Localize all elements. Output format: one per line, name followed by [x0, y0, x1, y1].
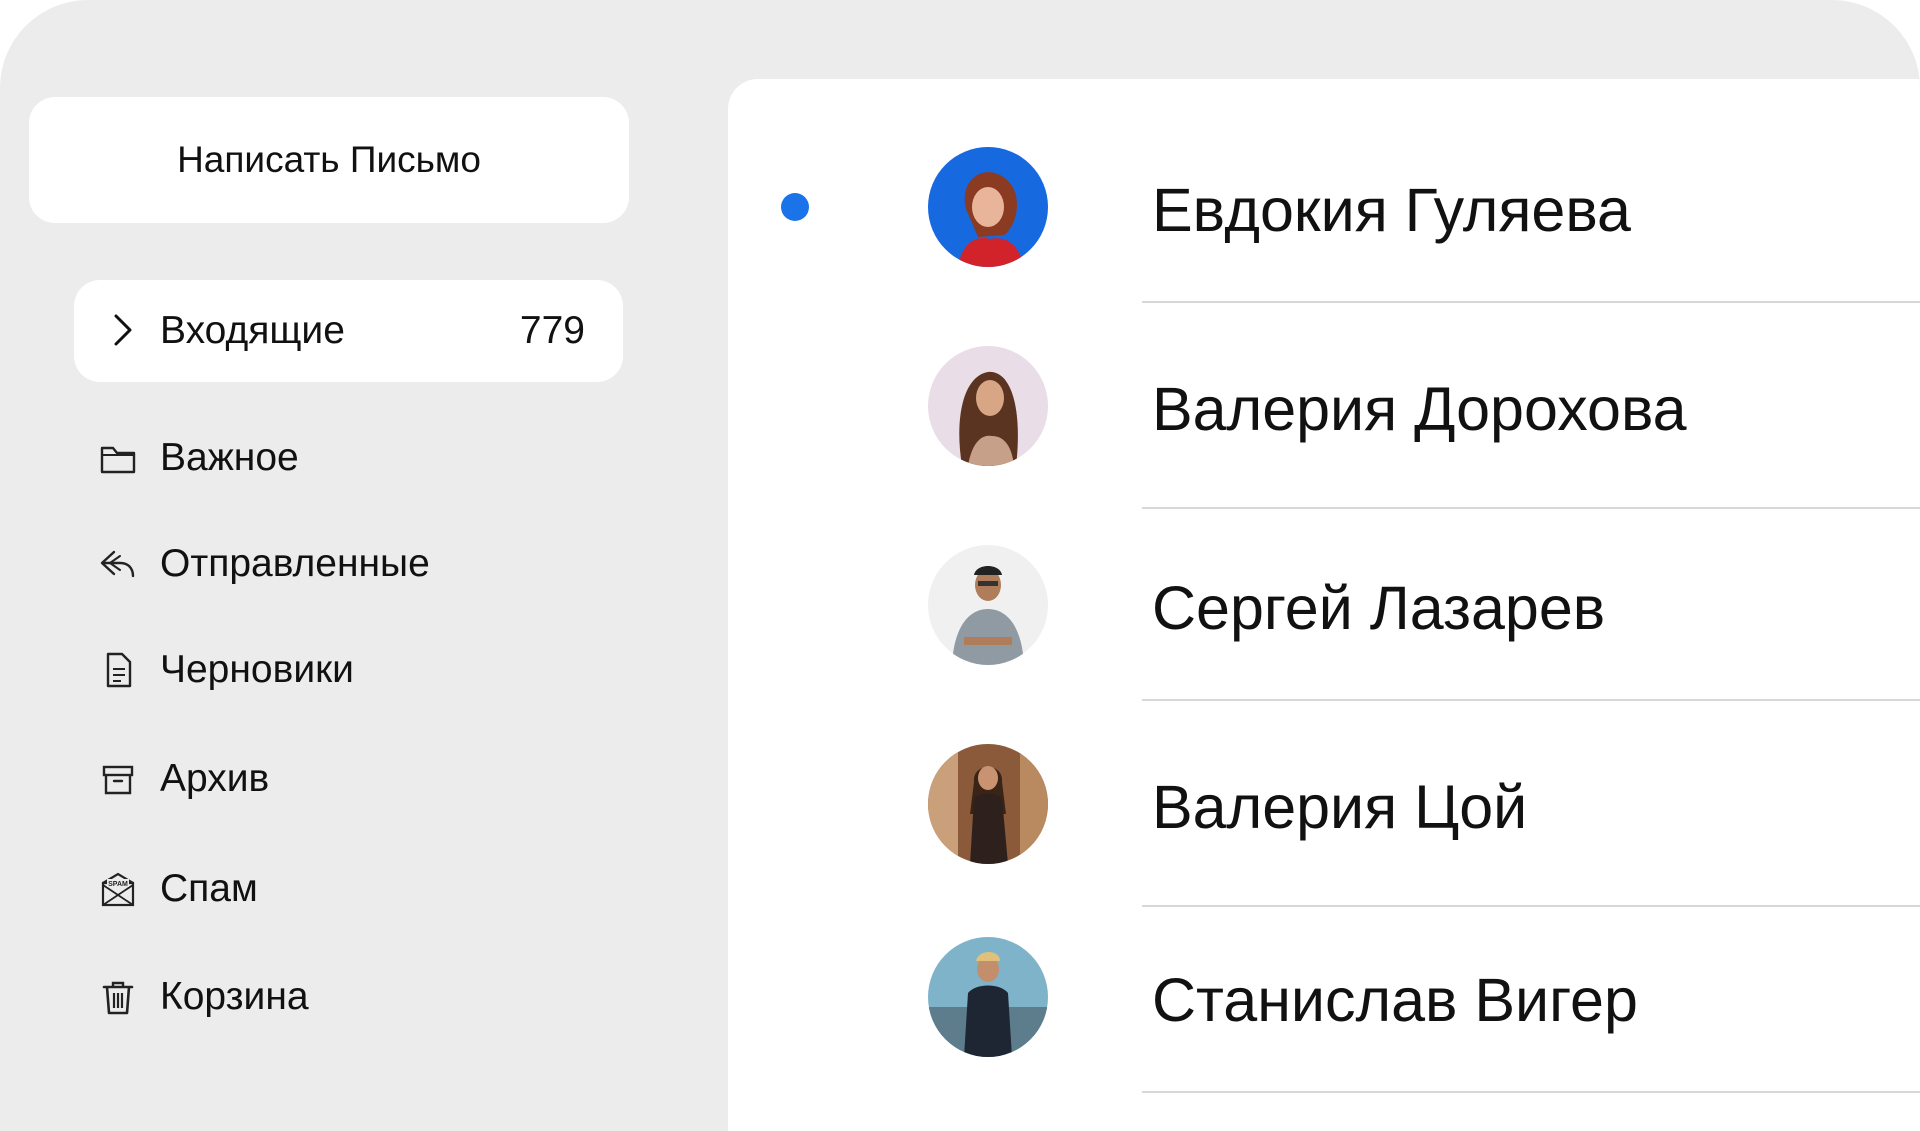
sidebar-item-label: Архив — [160, 757, 270, 800]
row-divider — [1142, 699, 1920, 701]
sidebar-item-inbox[interactable]: Входящие 779 — [74, 280, 623, 382]
spam-icon-text: SPAM — [108, 881, 128, 888]
inbox-label: Входящие — [160, 309, 345, 352]
avatar — [928, 545, 1048, 665]
row-divider — [1142, 1091, 1920, 1093]
archive-box-icon — [96, 757, 140, 801]
sidebar-item-label: Важное — [160, 436, 299, 479]
chevron-right-icon — [114, 314, 132, 346]
inbox-count: 779 — [519, 309, 585, 352]
avatar — [928, 147, 1048, 267]
sender-name: Валерия Дорохова — [1152, 375, 1687, 443]
avatar — [928, 346, 1048, 466]
spam-envelope-icon: SPAM — [96, 867, 140, 911]
sender-name: Сергей Лазарев — [1152, 574, 1606, 642]
sender-name: Станислав Вигер — [1152, 966, 1638, 1034]
mail-window: Написать Письмо Входящие 779 Важное Отпр… — [0, 0, 1920, 1131]
sidebar: Написать Письмо Входящие 779 Важное Отпр… — [0, 0, 728, 1131]
sidebar-item-label: Спам — [160, 867, 258, 910]
row-divider — [1142, 905, 1920, 907]
compose-button[interactable]: Написать Письмо — [29, 97, 629, 223]
sidebar-item-label: Черновики — [160, 648, 354, 691]
document-icon — [96, 648, 140, 692]
row-divider — [1142, 507, 1920, 509]
reply-icon — [96, 542, 140, 586]
sidebar-item-label: Корзина — [160, 975, 309, 1018]
folder-icon — [96, 436, 140, 480]
row-divider — [1142, 301, 1920, 303]
message-list: Евдокия Гуляева Валерия Дорохова Сергей … — [728, 79, 1920, 1131]
sender-name: Валерия Цой — [1152, 773, 1528, 841]
avatar — [928, 744, 1048, 864]
trash-icon — [96, 975, 140, 1019]
sender-name: Евдокия Гуляева — [1152, 176, 1631, 244]
avatar — [928, 937, 1048, 1057]
unread-indicator — [781, 193, 809, 221]
sidebar-item-label: Отправленные — [160, 542, 430, 585]
